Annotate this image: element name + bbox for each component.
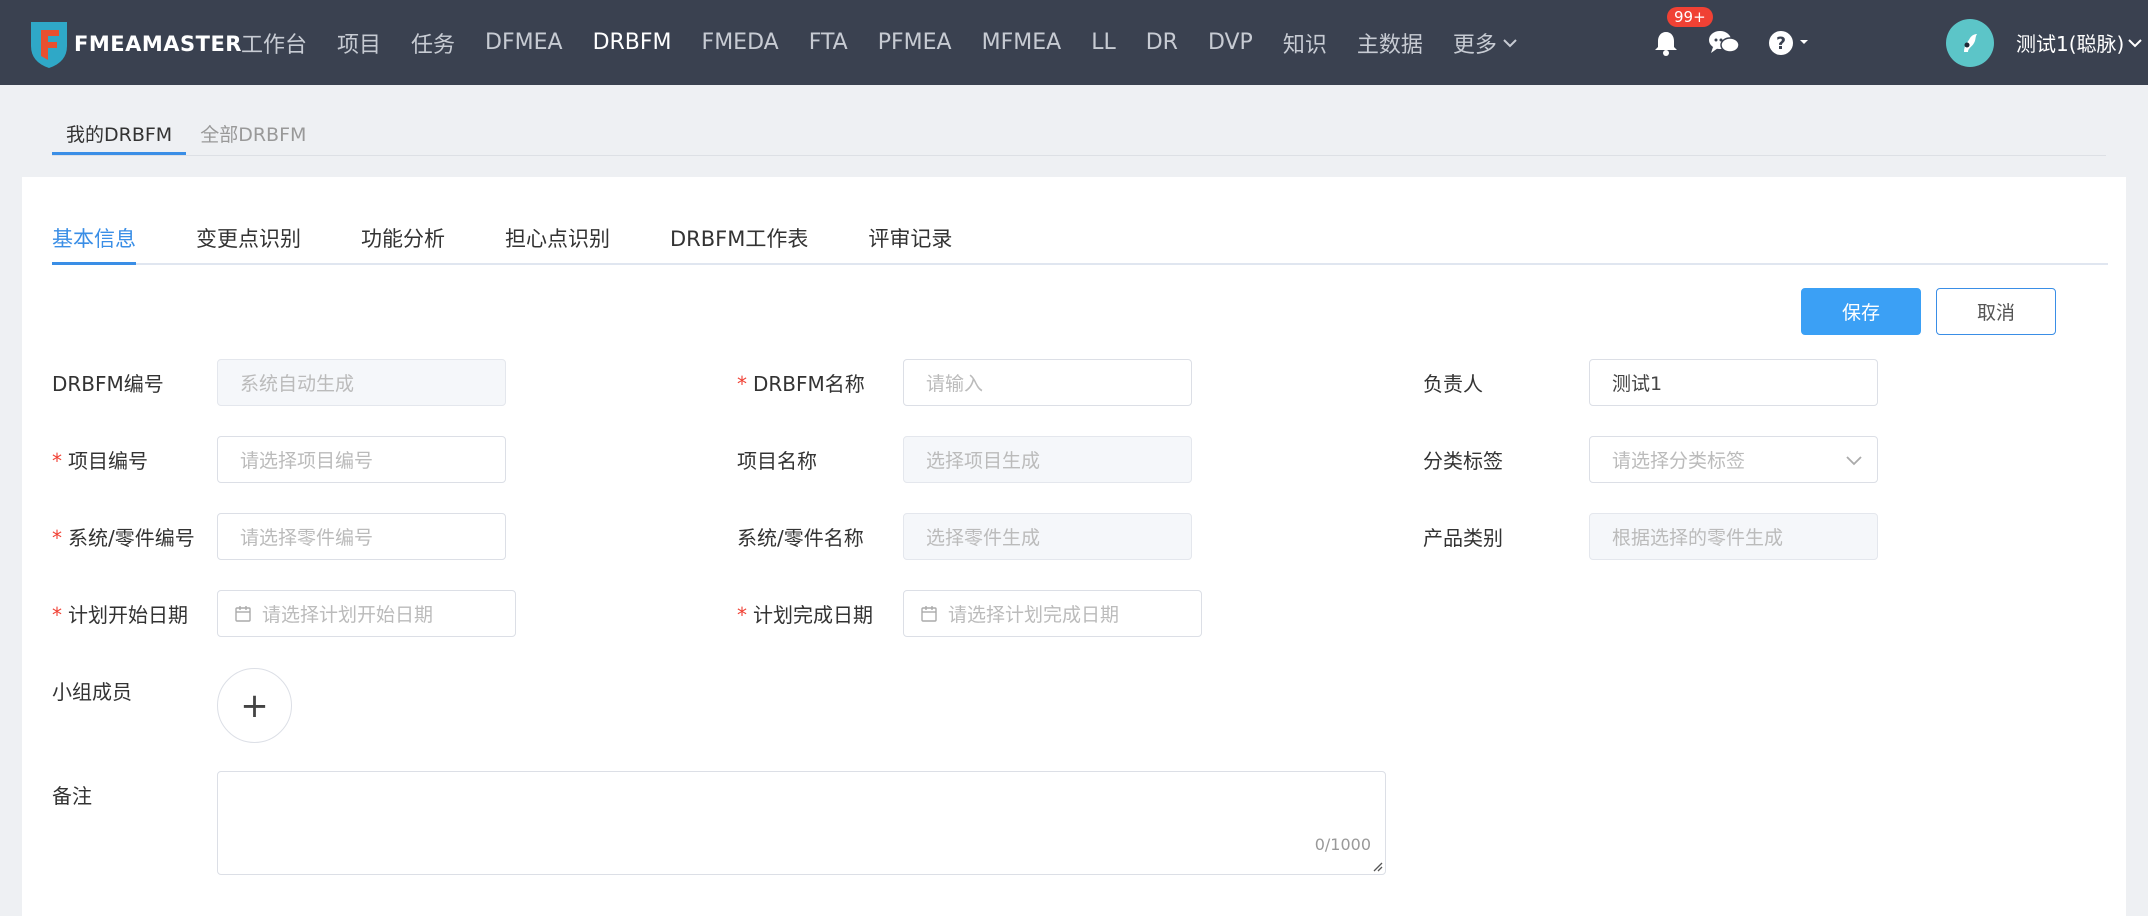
cancel-button[interactable]: 取消	[1936, 288, 2056, 335]
chevron-down-icon	[1503, 38, 1517, 47]
calendar-icon	[920, 605, 938, 623]
nav-item-drbfm[interactable]: DRBFM	[593, 30, 672, 55]
tab-all-drbfm[interactable]: 全部DRBFM	[186, 108, 320, 155]
required-mark: *	[737, 603, 747, 627]
part-name-field: 选择零件生成	[903, 513, 1192, 560]
tag-label: 分类标签	[1423, 449, 1503, 473]
plan-start-label-text: 计划开始日期	[68, 603, 188, 627]
notifications-button[interactable]: 99+	[1652, 6, 1713, 57]
owner-field[interactable]: 测试1	[1589, 359, 1878, 406]
tag-select[interactable]: 请选择分类标签	[1589, 436, 1878, 483]
char-counter: 0/1000	[1314, 835, 1371, 854]
user-menu[interactable]: 测试1(聪脉)	[1946, 0, 2143, 85]
scope-tabs: 我的DRBFM 全部DRBFM	[52, 108, 2106, 156]
owner-label: 负责人	[1423, 372, 1483, 396]
remark-textarea[interactable]: 0/1000	[217, 771, 1386, 875]
svg-text:?: ?	[1776, 34, 1786, 54]
add-member-button[interactable]: +	[217, 668, 292, 743]
tab-my-drbfm[interactable]: 我的DRBFM	[52, 108, 187, 155]
remark-label: 备注	[52, 784, 92, 808]
section-tabs: 基本信息 变更点识别 功能分析 担心点识别 DRBFM工作表 评审记录	[52, 215, 2108, 265]
product-type-label: 产品类别	[1423, 526, 1503, 550]
drbfm-name-label: * DRBFM名称	[737, 368, 865, 397]
nav-item-fmeda[interactable]: FMEDA	[702, 30, 779, 55]
nav-item-dr[interactable]: DR	[1146, 30, 1178, 55]
tab-concern-points[interactable]: 担心点识别	[505, 215, 610, 265]
tab-review-records[interactable]: 评审记录	[868, 215, 952, 265]
brand-name: FMEAMASTER	[74, 32, 242, 56]
top-nav-bar: FMEAMASTER 工作台 项目 任务 DFMEA DRBFM FMEDA F…	[0, 0, 2148, 85]
help-button[interactable]: ?	[1768, 29, 1812, 57]
project-name-field: 选择项目生成	[903, 436, 1192, 483]
nav-item-project[interactable]: 项目	[337, 27, 381, 59]
logo-shield-icon	[31, 22, 67, 68]
nav-item-dvp[interactable]: DVP	[1208, 30, 1253, 55]
tag-select-placeholder: 请选择分类标签	[1612, 450, 1746, 472]
nav-item-mfmea[interactable]: MFMEA	[982, 30, 1062, 55]
part-no-label-text: 系统/零件编号	[68, 526, 195, 550]
nav-more-label: 更多	[1452, 32, 1497, 58]
plan-end-date-picker[interactable]: 请选择计划完成日期	[903, 590, 1202, 637]
chat-icon	[1709, 30, 1740, 53]
nav-icon-group: 99+ ?	[1652, 0, 1840, 85]
drbfm-no-label: DRBFM编号	[52, 372, 164, 396]
nav-item-ll[interactable]: LL	[1091, 30, 1116, 55]
logo[interactable]: FMEAMASTER	[28, 18, 242, 70]
nav-item-pfmea[interactable]: PFMEA	[878, 30, 952, 55]
drbfm-name-label-text: DRBFM名称	[753, 372, 865, 396]
drbfm-name-input[interactable]: 请输入	[903, 359, 1192, 406]
drbfm-no-field: 系统自动生成	[217, 359, 506, 406]
nav-item-task[interactable]: 任务	[411, 27, 455, 59]
part-no-select[interactable]: 请选择零件编号	[217, 513, 506, 560]
chevron-down-icon	[1846, 456, 1862, 466]
project-no-label: * 项目编号	[52, 445, 148, 474]
plan-start-date-picker[interactable]: 请选择计划开始日期	[217, 590, 516, 637]
nav-item-dfmea[interactable]: DFMEA	[485, 30, 563, 55]
project-name-label: 项目名称	[737, 449, 817, 473]
tab-basic-info[interactable]: 基本信息	[52, 215, 136, 265]
required-mark: *	[52, 449, 62, 473]
avatar	[1946, 18, 1994, 67]
calendar-icon	[234, 605, 252, 623]
tab-change-points[interactable]: 变更点识别	[196, 215, 301, 265]
main-nav: 工作台 项目 任务 DFMEA DRBFM FMEDA FTA PFMEA MF…	[226, 0, 1532, 85]
save-button[interactable]: 保存	[1801, 288, 1921, 335]
tab-function-analysis[interactable]: 功能分析	[361, 215, 445, 265]
project-no-label-text: 项目编号	[68, 449, 148, 473]
plan-end-label-text: 计划完成日期	[753, 603, 873, 627]
nav-item-workbench[interactable]: 工作台	[241, 27, 307, 59]
main-panel: 基本信息 变更点识别 功能分析 担心点识别 DRBFM工作表 评审记录 保存 取…	[22, 177, 2126, 916]
plan-start-label: * 计划开始日期	[52, 599, 188, 628]
required-mark: *	[52, 603, 62, 627]
nav-item-more[interactable]: 更多	[1453, 27, 1517, 59]
plan-end-placeholder: 请选择计划完成日期	[948, 604, 1120, 626]
product-type-field: 根据选择的零件生成	[1589, 513, 1878, 560]
required-mark: *	[52, 526, 62, 550]
resize-handle-icon[interactable]	[1371, 860, 1383, 872]
notification-badge: 99+	[1667, 6, 1713, 27]
messages-button[interactable]	[1708, 29, 1740, 57]
part-no-label: * 系统/零件编号	[52, 522, 195, 551]
chevron-down-icon	[2128, 38, 2143, 47]
nav-item-knowledge[interactable]: 知识	[1283, 27, 1327, 59]
tab-drbfm-worksheet[interactable]: DRBFM工作表	[670, 215, 808, 265]
plan-end-label: * 计划完成日期	[737, 599, 873, 628]
plan-start-placeholder: 请选择计划开始日期	[262, 604, 434, 626]
project-no-select[interactable]: 请选择项目编号	[217, 436, 506, 483]
nav-item-master-data[interactable]: 主数据	[1357, 27, 1423, 59]
bell-icon	[1655, 31, 1677, 56]
nav-item-fta[interactable]: FTA	[809, 30, 848, 55]
user-name: 测试1(聪脉)	[2016, 32, 2125, 56]
required-mark: *	[737, 372, 747, 396]
help-icon: ?	[1769, 30, 1808, 55]
part-name-label: 系统/零件名称	[737, 526, 864, 550]
avatar-icon	[1964, 33, 1977, 52]
members-label: 小组成员	[52, 680, 132, 704]
